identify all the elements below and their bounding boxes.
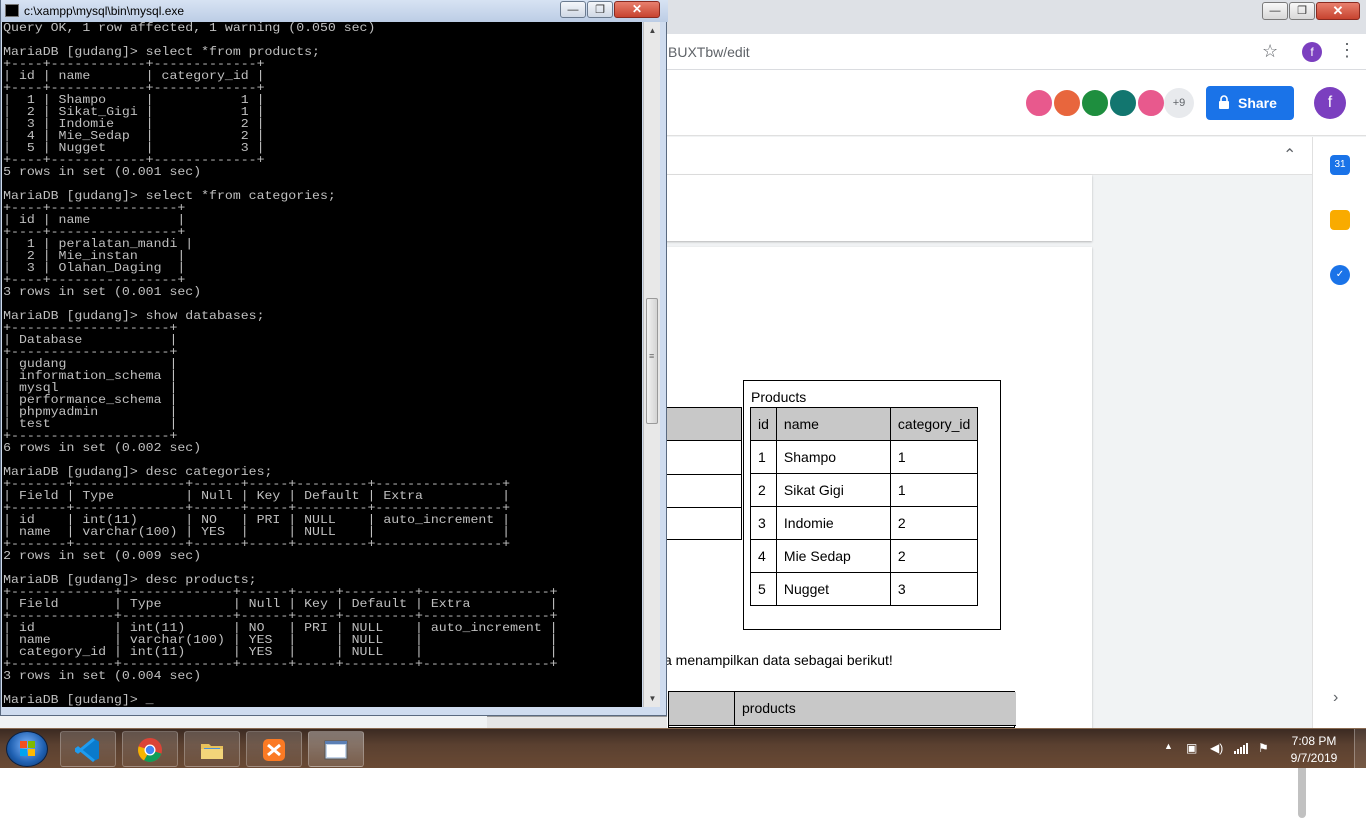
taskbar-xampp[interactable] xyxy=(246,731,302,767)
browser-profile-avatar[interactable]: f xyxy=(1302,42,1322,62)
table-row xyxy=(661,474,741,475)
table-row: 3 Indomie 2 xyxy=(750,506,979,540)
more-collaborators-badge[interactable]: +9 xyxy=(1164,88,1194,118)
share-label: Share xyxy=(1238,95,1277,111)
xampp-icon xyxy=(263,739,285,761)
browser-close-button[interactable]: ✕ xyxy=(1316,2,1360,20)
action-center-flag-icon[interactable]: ⚑ xyxy=(1258,741,1269,755)
console-maximize-button[interactable]: ❐ xyxy=(587,1,613,18)
clock-time[interactable]: 7:08 PM xyxy=(1290,734,1338,748)
windows-taskbar: ▲ ▣ ◀) ⚑ 7:08 PM 9/7/2019 xyxy=(0,728,1366,769)
taskbar-chrome[interactable] xyxy=(122,731,178,767)
tasks-icon-label: ✓ xyxy=(1335,269,1345,280)
console-text: Query OK, 1 row affected, 1 warning (0.0… xyxy=(3,22,558,707)
chevron-right-icon[interactable]: › xyxy=(1333,689,1338,707)
cell-id: 5 xyxy=(750,572,777,606)
console-scrollbar-thumb[interactable]: ≡ xyxy=(646,298,658,424)
console-window-icon xyxy=(324,740,348,760)
categories-table-fragment xyxy=(660,407,742,540)
lock-icon xyxy=(1219,95,1229,109)
scroll-down-arrow-icon[interactable]: ▼ xyxy=(644,690,661,707)
cell-category-id: 2 xyxy=(889,539,979,573)
console-output[interactable]: Query OK, 1 row affected, 1 warning (0.0… xyxy=(2,22,642,707)
products-table-container: Products id name category_id 1 Shampo 1 … xyxy=(743,380,1001,630)
table-header-cell xyxy=(669,692,734,726)
cell-id: 3 xyxy=(750,506,777,540)
bookmark-star-icon[interactable]: ☆ xyxy=(1262,41,1278,62)
cell-name: Nugget xyxy=(775,572,891,606)
table-row: 4 Mie Sedap 2 xyxy=(750,539,979,573)
collaborator-avatar[interactable] xyxy=(1080,88,1110,118)
cell-id: 2 xyxy=(750,473,777,507)
table-header-cell: products xyxy=(734,692,1016,726)
cell-name: Sikat Gigi xyxy=(775,473,891,507)
cell-category-id: 3 xyxy=(889,572,979,606)
browser-minimize-button[interactable]: — xyxy=(1262,2,1288,20)
console-minimize-button[interactable]: — xyxy=(560,1,586,18)
volume-icon[interactable]: ◀) xyxy=(1210,741,1223,755)
cell-name: Shampo xyxy=(775,440,891,474)
keep-icon[interactable] xyxy=(1330,210,1350,230)
taskbar-command-prompt[interactable] xyxy=(308,731,364,767)
cell-category-id: 2 xyxy=(889,506,979,540)
header-category-id: category_id xyxy=(889,407,979,441)
console-close-button[interactable]: ✕ xyxy=(614,1,660,18)
network-alert-icon[interactable]: ▣ xyxy=(1186,741,1197,755)
folder-icon xyxy=(201,744,223,759)
products-caption: Products xyxy=(751,389,807,405)
cell-name: Mie Sedap xyxy=(775,539,891,573)
start-button[interactable] xyxy=(6,731,48,767)
calendar-icon[interactable]: 31 xyxy=(1330,155,1350,175)
url-text[interactable]: BUXTbw/edit xyxy=(668,44,750,60)
collapse-menus-icon[interactable]: ⌃ xyxy=(1283,145,1296,165)
products-table: id name category_id 1 Shampo 1 2 Sikat G… xyxy=(750,407,979,606)
console-scrollbar[interactable]: ▲ ≡ ▼ xyxy=(643,22,660,707)
browser-maximize-button[interactable]: ❐ xyxy=(1289,2,1315,20)
account-avatar[interactable]: f xyxy=(1314,87,1346,119)
cell-id: 1 xyxy=(750,440,777,474)
vscode-icon xyxy=(75,737,99,763)
collaborator-avatar[interactable] xyxy=(1136,88,1166,118)
table-row xyxy=(661,507,741,508)
side-panel: 31 ✓ › xyxy=(1312,137,1366,728)
table-row: 2 Sikat Gigi 1 xyxy=(750,473,979,507)
mysql-console-window: c:\xampp\mysql\bin\mysql.exe — ❐ ✕ Query… xyxy=(0,0,668,716)
cell-name: Indomie xyxy=(775,506,891,540)
background-window-strip xyxy=(487,716,667,728)
signal-icon[interactable] xyxy=(1234,742,1248,754)
calendar-icon-label: 31 xyxy=(1334,159,1346,170)
collaborator-avatar[interactable] xyxy=(1108,88,1138,118)
header-name: name xyxy=(775,407,891,441)
chrome-menu-icon[interactable]: ⋮ xyxy=(1338,40,1356,61)
console-window-title: c:\xampp\mysql\bin\mysql.exe xyxy=(24,4,185,18)
tasks-icon[interactable]: ✓ xyxy=(1330,265,1350,285)
taskbar-vscode[interactable] xyxy=(60,731,116,767)
bottom-table: products xyxy=(668,691,1016,728)
show-hidden-icons-icon[interactable]: ▲ xyxy=(1164,741,1173,751)
table-row: 1 Shampo 1 xyxy=(750,440,979,474)
show-desktop-button[interactable] xyxy=(1354,729,1366,769)
cell-id: 4 xyxy=(750,539,777,573)
collaborator-avatar[interactable] xyxy=(1024,88,1054,118)
console-titlebar[interactable]: c:\xampp\mysql\bin\mysql.exe — ❐ ✕ xyxy=(1,0,668,22)
taskbar-file-explorer[interactable] xyxy=(184,731,240,767)
scroll-up-arrow-icon[interactable]: ▲ xyxy=(644,22,661,39)
chrome-icon xyxy=(138,738,162,762)
cell-category-id: 1 xyxy=(889,473,979,507)
windows-logo-icon xyxy=(20,741,35,756)
share-button[interactable]: Share xyxy=(1206,86,1294,120)
table-header-cell xyxy=(661,408,741,441)
clock-date[interactable]: 9/7/2019 xyxy=(1284,751,1344,765)
document-paragraph: a menampilkan data sebagai berikut! xyxy=(664,652,893,668)
table-header-row: id name category_id xyxy=(750,407,979,441)
console-app-icon[interactable] xyxy=(5,4,19,17)
cell-category-id: 1 xyxy=(889,440,979,474)
system-tray: ▲ ▣ ◀) ⚑ 7:08 PM 9/7/2019 xyxy=(1160,729,1366,769)
table-row: 5 Nugget 3 xyxy=(750,572,979,606)
collaborator-avatar[interactable] xyxy=(1052,88,1082,118)
header-id: id xyxy=(750,407,777,441)
grip-icon: ≡ xyxy=(649,351,655,361)
